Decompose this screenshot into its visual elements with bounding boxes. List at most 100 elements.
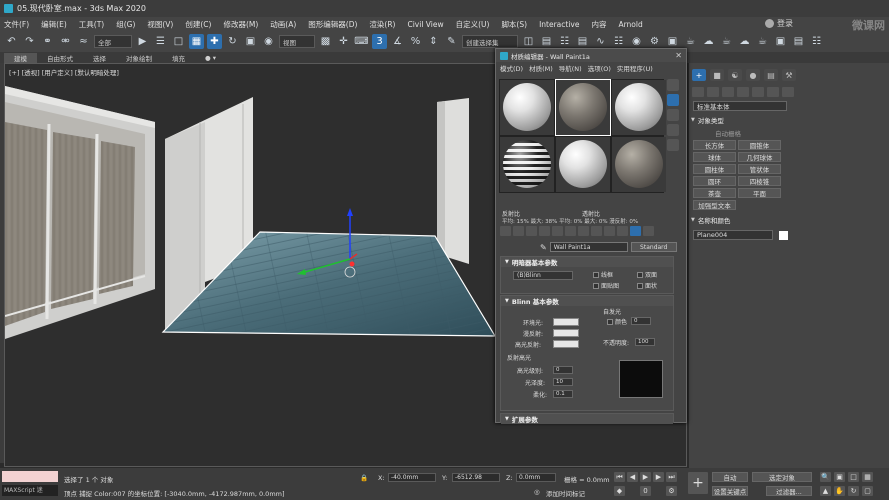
sample-slot[interactable] bbox=[612, 137, 666, 192]
put-to-library-icon[interactable] bbox=[565, 226, 576, 236]
go-forward-sibling-icon[interactable] bbox=[630, 226, 641, 236]
key-filters-button[interactable]: 过滤器... bbox=[766, 486, 812, 496]
undo-icon[interactable]: ↶ bbox=[4, 34, 19, 49]
ribbon-tab-selection[interactable]: 选择 bbox=[83, 53, 116, 63]
ribbon-tab-object-paint[interactable]: 对象绘制 bbox=[116, 53, 162, 63]
orbit-icon[interactable]: ↻ bbox=[848, 486, 859, 496]
selection-filter-dropdown[interactable]: 全部 bbox=[94, 35, 132, 48]
geometry-icon[interactable] bbox=[692, 87, 704, 97]
material-name-field[interactable]: Wall Paint1a bbox=[549, 242, 628, 252]
zoom-all-icon[interactable]: ▣ bbox=[834, 472, 845, 482]
assign-to-selection-icon[interactable] bbox=[526, 226, 537, 236]
menu-tools[interactable]: 工具(T) bbox=[79, 19, 104, 30]
modify-tab-icon[interactable]: ■ bbox=[710, 69, 724, 81]
cameras-icon[interactable] bbox=[737, 87, 749, 97]
material-id-icon[interactable] bbox=[578, 226, 589, 236]
create-tab-icon[interactable]: + bbox=[692, 69, 706, 81]
backlight-icon[interactable] bbox=[667, 94, 679, 106]
shader-basic-header[interactable]: 明暗器基本参数 bbox=[501, 257, 673, 267]
material-editor-icon[interactable]: ◉ bbox=[629, 34, 644, 49]
space-warps-icon[interactable] bbox=[767, 87, 779, 97]
teapot-button[interactable]: 茶壶 bbox=[693, 188, 736, 198]
key-mode-icon[interactable]: ◆ bbox=[614, 486, 625, 496]
go-to-parent-icon[interactable] bbox=[617, 226, 628, 236]
angle-snap-icon[interactable]: ∡ bbox=[390, 34, 405, 49]
window-crossing-icon[interactable]: ▦ bbox=[189, 34, 204, 49]
render-cloud-icon[interactable]: ☁ bbox=[701, 34, 716, 49]
menu-views[interactable]: 视图(V) bbox=[147, 19, 173, 30]
pan-icon[interactable]: ✋ bbox=[834, 486, 845, 496]
curve-editor-icon[interactable]: ∿ bbox=[593, 34, 608, 49]
percent-snap-icon[interactable]: % bbox=[408, 34, 423, 49]
open-explorer-icon[interactable]: ▤ bbox=[791, 34, 806, 49]
key-filter-dropdown[interactable]: 选定对象 bbox=[752, 472, 812, 482]
menu-modes[interactable]: 模式(D) bbox=[500, 63, 523, 73]
pick-from-object-icon[interactable] bbox=[643, 226, 654, 236]
mirror-icon[interactable]: ◫ bbox=[521, 34, 536, 49]
layer-explorer-icon[interactable]: ☷ bbox=[557, 34, 572, 49]
render-activeshade-icon[interactable]: ☕ bbox=[755, 34, 770, 49]
tube-button[interactable]: 管状体 bbox=[738, 164, 781, 174]
background-icon[interactable] bbox=[667, 109, 679, 121]
ambient-color-swatch[interactable] bbox=[553, 318, 579, 326]
menu-group[interactable]: 组(G) bbox=[116, 19, 135, 30]
box-button[interactable]: 长方体 bbox=[693, 140, 736, 150]
sample-type-icon[interactable] bbox=[667, 79, 679, 91]
torus-button[interactable]: 圆环 bbox=[693, 176, 736, 186]
play-icon[interactable]: ▶ bbox=[640, 472, 651, 482]
shapes-icon[interactable] bbox=[707, 87, 719, 97]
time-config-icon[interactable]: ⚙ bbox=[666, 486, 677, 496]
select-rotate-icon[interactable]: ↻ bbox=[225, 34, 240, 49]
zoom-extents-all-icon[interactable]: ▦ bbox=[862, 472, 873, 482]
go-to-end-icon[interactable]: ⏭ bbox=[666, 472, 677, 482]
keyboard-shortcut-icon[interactable]: ⌨ bbox=[354, 34, 369, 49]
two-sided-checkbox[interactable]: 双面 bbox=[637, 270, 657, 279]
motion-tab-icon[interactable]: ● bbox=[746, 69, 760, 81]
opacity-spinner[interactable]: 100 bbox=[635, 338, 655, 346]
make-unique-icon[interactable] bbox=[552, 226, 563, 236]
blinn-basic-header[interactable]: Blinn 基本参数 bbox=[501, 296, 673, 306]
uv-tiling-icon[interactable] bbox=[667, 124, 679, 136]
select-move-icon[interactable]: ✚ bbox=[207, 34, 222, 49]
material-type-button[interactable]: Standard bbox=[630, 242, 677, 252]
specular-level-spinner[interactable]: 0 bbox=[553, 366, 573, 374]
systems-icon[interactable] bbox=[782, 87, 794, 97]
ribbon-tab-freeform[interactable]: 自由形式 bbox=[37, 53, 83, 63]
maxscript-listener[interactable] bbox=[2, 471, 58, 482]
snap-toggle-icon[interactable]: 3 bbox=[372, 34, 387, 49]
menu-create[interactable]: 创建(C) bbox=[185, 19, 211, 30]
show-shaded-icon[interactable] bbox=[591, 226, 602, 236]
autogrid-checkbox[interactable]: 自动栅格 bbox=[715, 128, 889, 138]
cone-button[interactable]: 圆锥体 bbox=[738, 140, 781, 150]
select-object-icon[interactable]: ▶ bbox=[135, 34, 150, 49]
hierarchy-tab-icon[interactable]: ☯ bbox=[728, 69, 742, 81]
sample-slot[interactable] bbox=[612, 80, 666, 135]
diffuse-color-swatch[interactable] bbox=[553, 329, 579, 337]
bind-space-warp-icon[interactable]: ≈ bbox=[76, 34, 91, 49]
video-check-icon[interactable] bbox=[667, 139, 679, 151]
unlink-icon[interactable]: ⚮ bbox=[58, 34, 73, 49]
maximize-viewport-icon[interactable]: ▢ bbox=[862, 486, 873, 496]
sphere-button[interactable]: 球体 bbox=[693, 152, 736, 162]
get-material-icon[interactable] bbox=[500, 226, 511, 236]
close-icon[interactable]: ✕ bbox=[675, 51, 682, 60]
faceted-checkbox[interactable]: 面状 bbox=[637, 281, 657, 290]
toggle-ribbon-icon[interactable]: ▤ bbox=[575, 34, 590, 49]
wire-checkbox[interactable]: 线框 bbox=[593, 270, 613, 279]
sample-slot[interactable] bbox=[556, 137, 610, 192]
show-end-result-icon[interactable] bbox=[604, 226, 615, 236]
ribbon-tab-populate[interactable]: 填充 bbox=[162, 53, 195, 63]
menu-file[interactable]: 文件(F) bbox=[4, 19, 29, 30]
edit-named-sets-icon[interactable]: ✎ bbox=[444, 34, 459, 49]
render-online-icon[interactable]: ☁ bbox=[737, 34, 752, 49]
menu-edit[interactable]: 编辑(E) bbox=[41, 19, 67, 30]
lock-icon[interactable]: 🔒 bbox=[360, 474, 368, 482]
utilities-tab-icon[interactable]: ⚒ bbox=[782, 69, 796, 81]
sample-slot[interactable] bbox=[500, 137, 554, 192]
reference-coord-dropdown[interactable]: 视图 bbox=[279, 35, 315, 48]
menu-navigation[interactable]: 导航(N) bbox=[559, 63, 582, 73]
spinner-snap-icon[interactable]: ⇕ bbox=[426, 34, 441, 49]
login-area[interactable]: 登录 bbox=[765, 18, 793, 29]
ribbon-options-icon[interactable]: ● ▾ bbox=[195, 54, 226, 62]
extended-params-header[interactable]: 扩展参数 bbox=[501, 414, 673, 424]
